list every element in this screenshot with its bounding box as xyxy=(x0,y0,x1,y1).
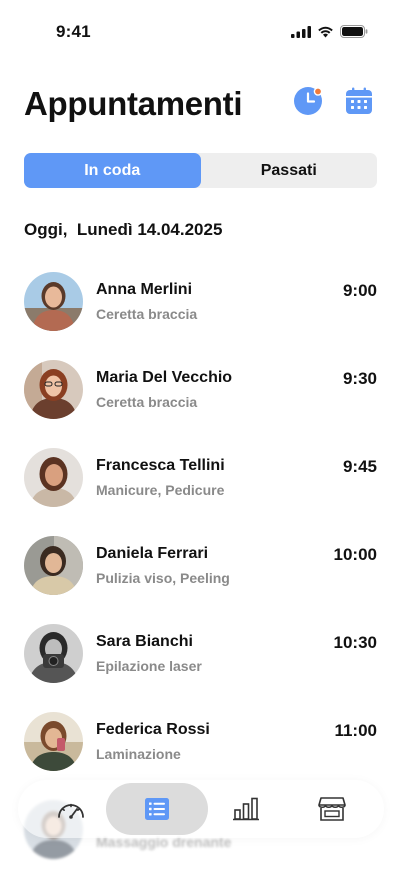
header-actions xyxy=(293,86,374,116)
dashboard-gauge-icon xyxy=(58,803,84,819)
wifi-icon xyxy=(318,26,333,37)
status-icons xyxy=(291,25,368,38)
appointment-time: 10:00 xyxy=(333,545,377,564)
calendar-button[interactable] xyxy=(344,86,374,116)
bottom-tab-bar xyxy=(18,780,384,838)
client-name: Daniela Ferrari xyxy=(96,545,209,562)
appointment-time: 9:00 xyxy=(342,281,377,300)
header: Appuntamenti xyxy=(24,84,378,124)
tab-dashboard[interactable] xyxy=(36,780,106,838)
client-name: Sara Bianchi xyxy=(96,633,193,650)
appointment-row[interactable]: Francesca Tellini Manicure, Pedicure 9:4… xyxy=(24,446,377,534)
bar-chart-icon xyxy=(233,797,259,821)
service-name: Manicure, Pedicure xyxy=(96,482,225,498)
calendar-icon xyxy=(346,87,372,114)
date-heading: Oggi, Lunedì 14.04.2025 xyxy=(24,220,223,239)
appointment-time: 10:30 xyxy=(333,633,377,652)
battery-icon xyxy=(340,25,368,38)
avatar xyxy=(24,712,83,771)
appointment-row[interactable]: Maria Del Vecchio Ceretta braccia 9:30 xyxy=(24,358,377,446)
client-name: Anna Merlini xyxy=(96,281,193,298)
appointment-row[interactable]: Anna Merlini Ceretta braccia 9:00 xyxy=(24,270,377,358)
appointment-time: 9:30 xyxy=(342,369,377,388)
appointments-segmented-control: In coda Passati xyxy=(24,153,377,188)
client-name: Maria Del Vecchio xyxy=(96,369,233,386)
tab-queued[interactable]: In coda xyxy=(24,153,201,188)
client-name: Francesca Tellini xyxy=(96,457,225,474)
appointment-row[interactable]: Sara Bianchi Epilazione laser 10:30 xyxy=(24,622,377,710)
tab-past[interactable]: Passati xyxy=(201,153,378,188)
avatar xyxy=(24,624,83,683)
service-name: Laminazione xyxy=(96,746,181,762)
status-bar: 9:41 xyxy=(0,0,402,64)
appointment-time: 9:45 xyxy=(342,457,377,476)
cellular-signal-icon xyxy=(291,25,311,38)
store-icon xyxy=(318,797,346,821)
avatar xyxy=(24,272,83,331)
list-icon xyxy=(145,798,169,820)
client-name: Federica Rossi xyxy=(96,721,210,738)
avatar xyxy=(24,448,83,507)
status-time: 9:41 xyxy=(56,22,91,41)
tab-statistics[interactable] xyxy=(211,780,281,838)
avatar xyxy=(24,536,83,595)
notification-dot xyxy=(313,87,323,96)
service-name: Ceretta braccia xyxy=(96,306,198,322)
history-button[interactable] xyxy=(293,86,323,116)
service-name: Epilazione laser xyxy=(96,658,202,674)
service-name: Pulizia viso, Peeling xyxy=(96,570,230,586)
appointment-time: 11:00 xyxy=(334,721,377,740)
appointment-row[interactable]: Daniela Ferrari Pulizia viso, Peeling 10… xyxy=(24,534,377,622)
avatar xyxy=(24,360,83,419)
tab-store[interactable] xyxy=(297,780,367,838)
clock-icon xyxy=(294,87,323,115)
tab-appointments-list[interactable] xyxy=(106,783,208,835)
service-name: Ceretta braccia xyxy=(96,394,198,410)
